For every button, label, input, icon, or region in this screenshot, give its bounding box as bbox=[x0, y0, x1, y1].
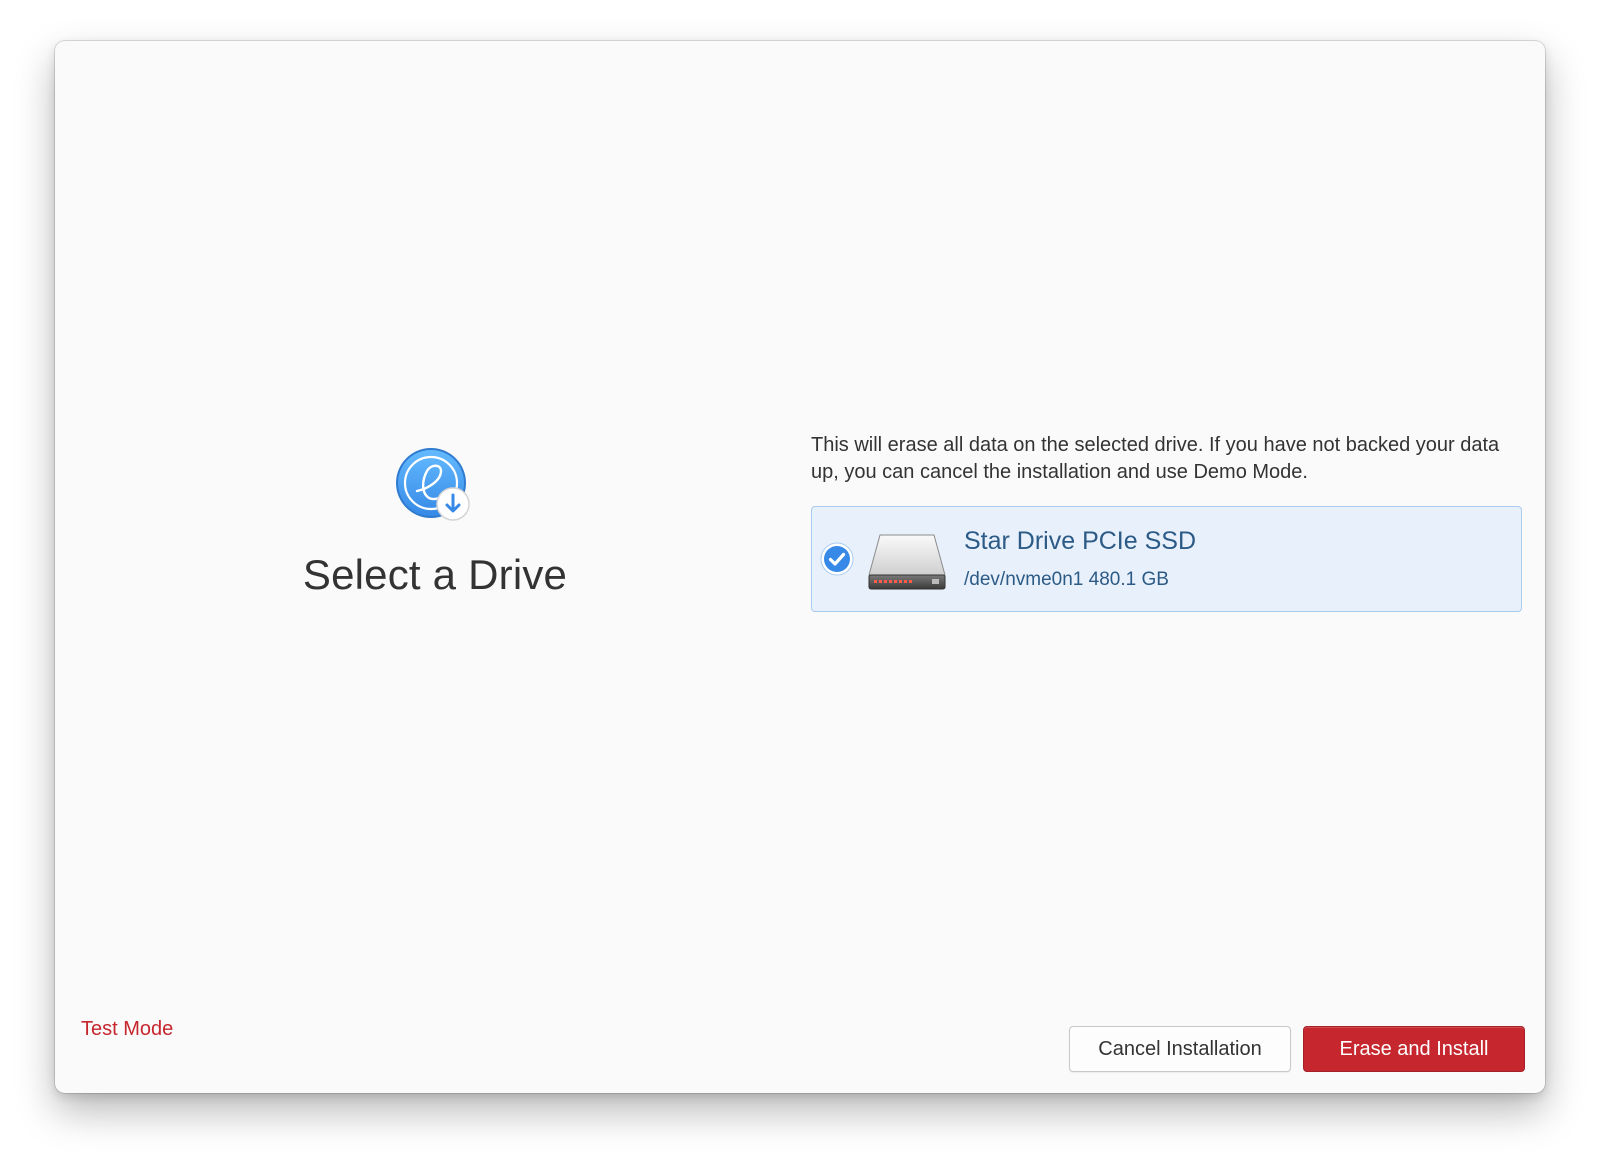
page-title: Select a Drive bbox=[302, 551, 568, 598]
drive-detail: /dev/nvme0n1 480.1 GB bbox=[964, 569, 1169, 590]
cancel-installation-button[interactable]: Cancel Installation bbox=[1069, 1026, 1291, 1072]
installer-logo-icon bbox=[395, 447, 475, 527]
test-mode-label: Test Mode bbox=[81, 1018, 174, 1040]
hard-drive-icon bbox=[866, 531, 948, 593]
check-circle-icon bbox=[820, 542, 854, 576]
drive-option-star-drive[interactable]: Star Drive PCIe SSD /dev/nvme0n1 480.1 G… bbox=[811, 506, 1522, 612]
drive-name: Star Drive PCIe SSD bbox=[964, 527, 1197, 555]
installer-window: Select a Drive This will erase all data … bbox=[55, 41, 1545, 1093]
title-panel: Select a Drive bbox=[55, 41, 815, 1093]
erase-and-install-button[interactable]: Erase and Install bbox=[1303, 1026, 1525, 1072]
erase-warning-text: This will erase all data on the selected… bbox=[811, 434, 1500, 483]
